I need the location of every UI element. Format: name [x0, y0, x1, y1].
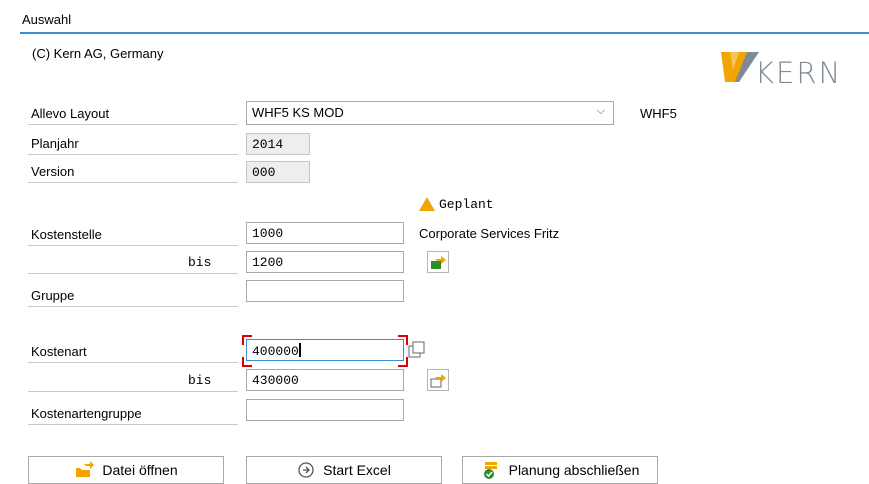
kostenstelle-label: Kostenstelle	[28, 224, 238, 246]
version-label: Version	[28, 161, 238, 183]
focus-corner	[242, 357, 252, 367]
multiple-selection-green-icon	[431, 256, 446, 269]
layout-dropdown[interactable]: WHF5 KS MOD ⌵	[246, 101, 614, 125]
kostenart-bis-row: bis	[28, 370, 238, 392]
multiple-selection-button[interactable]	[427, 369, 449, 391]
group-header: Auswahl	[20, 8, 869, 34]
text-cursor	[298, 343, 301, 357]
multiple-selection-button[interactable]	[427, 251, 449, 273]
multiple-selection-icon	[430, 374, 446, 388]
bis-label: bis	[188, 255, 212, 270]
datei-oeffnen-label: Datei öffnen	[102, 462, 178, 478]
bis-label: bis	[188, 373, 212, 388]
focus-corner	[242, 335, 252, 345]
warning-triangle-icon	[418, 196, 436, 212]
kostenstelle-bis-row: bis	[28, 252, 238, 274]
kostenart-label: Kostenart	[28, 341, 238, 363]
layout-value: WHF5 KS MOD	[252, 105, 344, 120]
datei-oeffnen-button[interactable]: Datei öffnen	[28, 456, 224, 484]
open-file-icon	[76, 461, 95, 477]
kostenstelle-from-input[interactable]: 1000	[246, 222, 404, 244]
gruppe-input[interactable]	[246, 280, 404, 302]
value-help-icon	[408, 341, 425, 358]
version-field: 000	[246, 161, 310, 183]
start-excel-button[interactable]: Start Excel	[246, 456, 442, 484]
copyright-text: (C) Kern AG, Germany	[32, 46, 164, 61]
chevron-down-icon: ⌵	[596, 105, 605, 117]
execute-icon	[298, 462, 314, 478]
logo-text: KERN	[755, 56, 843, 90]
gruppe-label: Gruppe	[28, 285, 238, 307]
kostenartengruppe-label: Kostenartengruppe	[28, 403, 238, 425]
planjahr-label: Planjahr	[28, 133, 238, 155]
kern-logo: KERN	[721, 48, 866, 90]
planung-abschliessen-button[interactable]: Planung abschließen	[462, 456, 658, 484]
kostenart-from-value: 400000	[252, 344, 299, 359]
planjahr-field: 2014	[246, 133, 310, 155]
kostenstelle-to-input[interactable]: 1200	[246, 251, 404, 273]
kostenartengruppe-input[interactable]	[246, 399, 404, 421]
value-help-button[interactable]	[407, 340, 427, 360]
kostenstelle-description: Corporate Services Fritz	[419, 226, 560, 241]
kostenart-from-input[interactable]: 400000	[246, 339, 404, 361]
layout-code: WHF5	[640, 106, 677, 121]
layout-label: Allevo Layout	[28, 103, 238, 125]
kostenart-to-input[interactable]: 430000	[246, 369, 404, 391]
complete-planning-icon	[483, 462, 497, 479]
start-excel-label: Start Excel	[323, 462, 391, 478]
group-title: Auswahl	[22, 12, 72, 27]
status-text: Geplant	[439, 197, 494, 212]
planung-abschliessen-label: Planung abschließen	[508, 462, 640, 478]
